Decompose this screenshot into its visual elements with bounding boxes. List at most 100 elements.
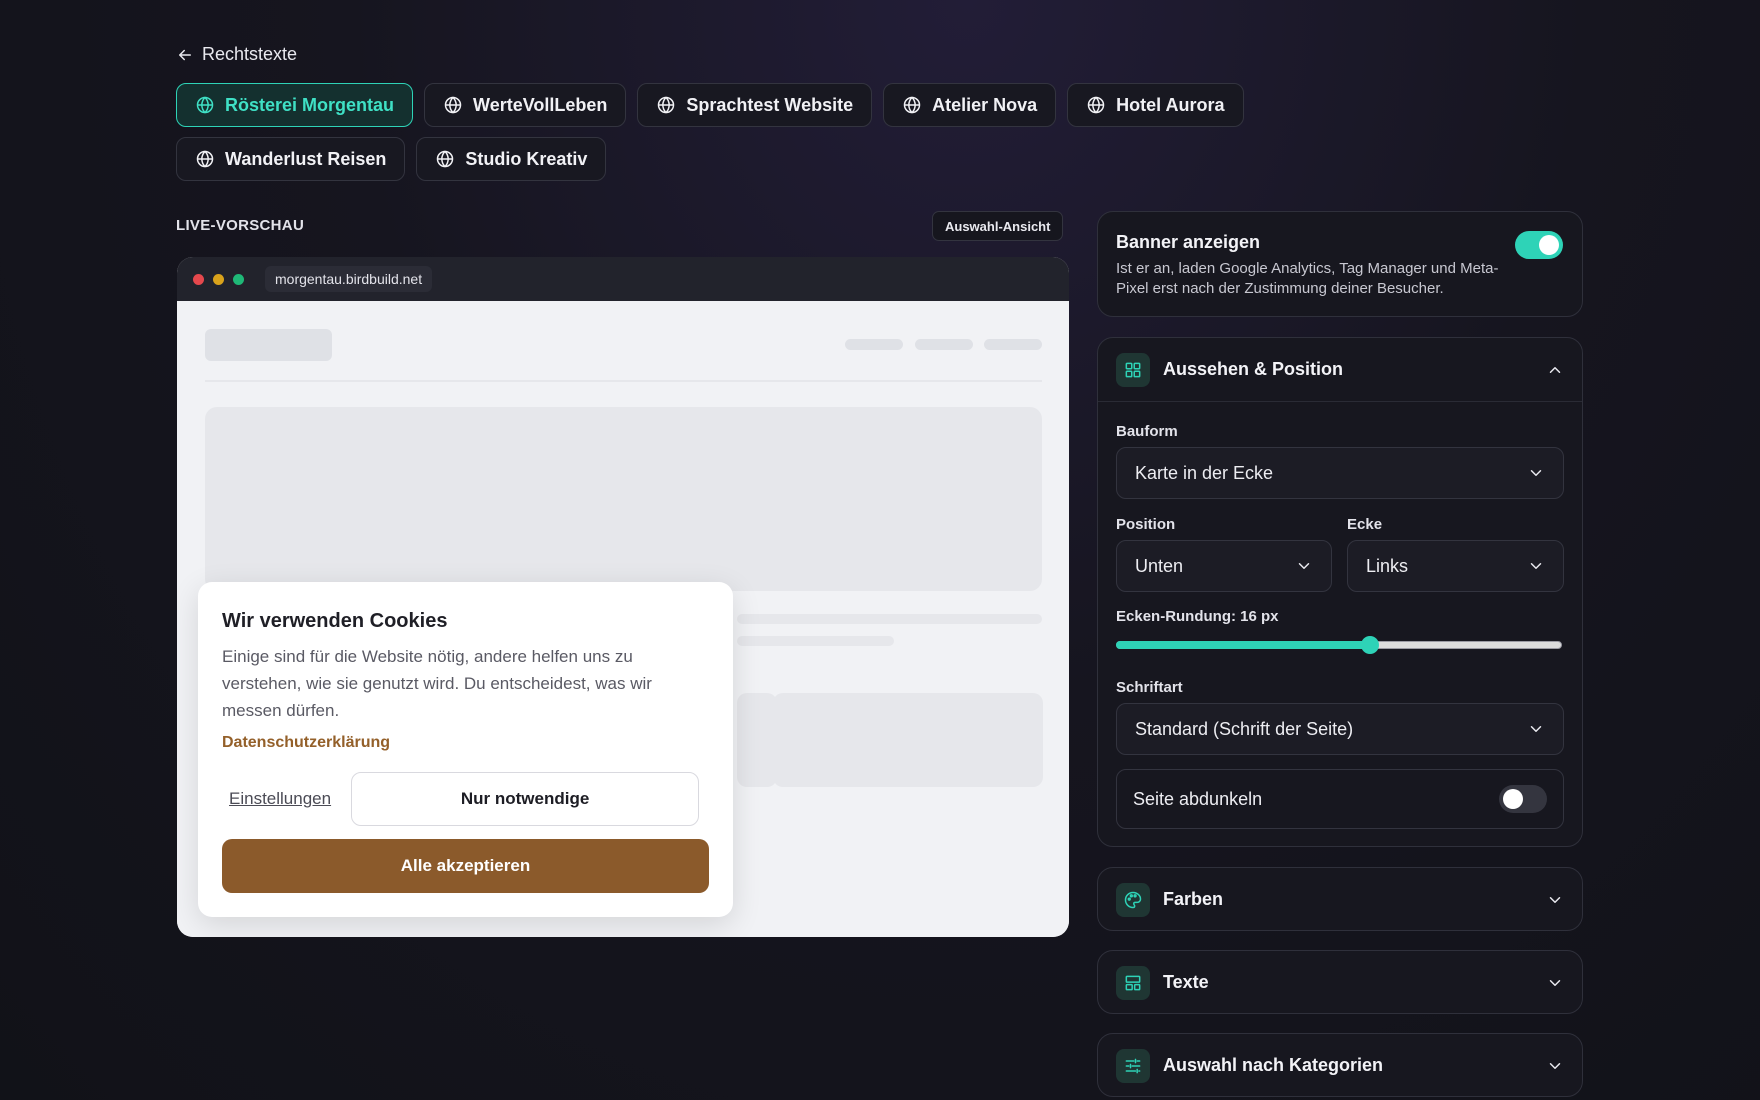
colors-panel: Farben <box>1097 867 1583 931</box>
toggle-knob <box>1503 789 1523 809</box>
cookie-text: Einige sind für die Website nötig, ander… <box>222 647 652 720</box>
selection-view-button[interactable]: Auswahl-Ansicht <box>932 211 1064 241</box>
site-chip[interactable]: Rösterei Morgentau <box>176 83 414 127</box>
globe-icon <box>1087 96 1105 114</box>
palette-icon <box>1116 882 1150 917</box>
slider-fill <box>1116 641 1371 649</box>
window-dot-red <box>193 273 204 285</box>
site-chip-label: Atelier Nova <box>932 94 1038 115</box>
site-chip-label: Sprachtest Website <box>686 94 854 115</box>
colors-header[interactable]: Farben <box>1098 868 1582 931</box>
chevron-down-icon <box>1530 563 1542 569</box>
skeleton-nav <box>915 339 973 350</box>
cookie-banner: Wir verwenden Cookies Einige sind für di… <box>198 582 733 917</box>
cookie-actions: Einstellungen Nur notwendige <box>222 772 700 826</box>
site-chips: Rösterei Morgentau WerteVollLeben Sprach… <box>176 83 1466 181</box>
shape-label: Bauform <box>1116 423 1178 440</box>
darken-toggle[interactable] <box>1499 785 1547 813</box>
chevron-down-icon <box>1298 563 1310 569</box>
globe-icon <box>437 150 454 168</box>
darken-row: Seite abdunkeln <box>1116 769 1564 829</box>
position-select-value: Unten <box>1135 555 1184 576</box>
skeleton-line <box>737 614 1042 624</box>
font-label: Schriftart <box>1116 679 1183 696</box>
appearance-header[interactable]: Aussehen & Position <box>1098 338 1582 401</box>
corner-select[interactable]: Links <box>1347 540 1564 592</box>
slider-thumb[interactable] <box>1361 636 1380 654</box>
browser-preview: morgentau.birdbuild.net Wir verwenden Co… <box>177 257 1069 937</box>
shape-select-value: Karte in der Ecke <box>1135 462 1274 483</box>
accept-all-button[interactable]: Alle akzeptieren <box>222 839 709 893</box>
skeleton-card <box>737 693 777 787</box>
skeleton-card <box>773 693 1043 787</box>
banner-title: Banner anzeigen <box>1116 232 1261 252</box>
layout-icon <box>1116 965 1150 1000</box>
site-chip[interactable]: Wanderlust Reisen <box>176 137 406 181</box>
cookie-title: Wir verwenden Cookies <box>222 610 448 632</box>
live-preview-label: LIVE-VORSCHAU <box>176 217 305 234</box>
chevron-down-icon <box>1530 470 1542 476</box>
section-divider <box>1098 401 1582 402</box>
chevron-up-icon <box>1549 366 1561 373</box>
toggle-knob <box>1539 235 1559 255</box>
window-dot-green <box>233 273 244 285</box>
darken-label: Seite abdunkeln <box>1133 788 1263 809</box>
url-display: morgentau.birdbuild.net <box>265 266 433 292</box>
appearance-panel: Aussehen & Position Bauform Karte in der… <box>1097 337 1583 847</box>
radius-label: Ecken-Rundung: 16 px <box>1116 608 1279 625</box>
site-chip-label: Rösterei Morgentau <box>225 94 395 115</box>
necessary-only-button[interactable]: Nur notwendige <box>351 772 700 826</box>
site-chip[interactable]: WerteVollLeben <box>424 83 627 127</box>
globe-icon <box>903 96 921 114</box>
banner-description: Ist er an, laden Google Analytics, Tag M… <box>1116 260 1499 297</box>
appearance-title: Aussehen & Position <box>1163 359 1344 379</box>
page-skeleton: Wir verwenden Cookies Einige sind für di… <box>177 301 1069 937</box>
site-chip-label: Studio Kreativ <box>465 148 588 169</box>
position-select[interactable]: Unten <box>1116 540 1332 592</box>
globe-icon <box>196 150 214 168</box>
site-chip[interactable]: Hotel Aurora <box>1067 83 1244 127</box>
skeleton-divider <box>205 380 1042 382</box>
texts-header[interactable]: Texte <box>1098 951 1582 1014</box>
shape-select[interactable]: Karte in der Ecke <box>1116 447 1564 499</box>
arrow-left-icon <box>179 49 191 60</box>
skeleton-logo <box>205 329 332 361</box>
banner-toggle[interactable] <box>1515 231 1563 259</box>
corner-select-value: Links <box>1366 555 1409 576</box>
site-chip-label: Hotel Aurora <box>1116 94 1225 115</box>
site-chip-label: Wanderlust Reisen <box>225 148 387 169</box>
globe-icon <box>196 96 214 114</box>
chevron-down-icon <box>1530 726 1542 732</box>
sliders-icon <box>1116 1048 1150 1083</box>
chevron-down-icon <box>1549 979 1561 986</box>
globe-icon <box>658 96 675 114</box>
privacy-link[interactable]: Datenschutzerklärung <box>222 734 709 752</box>
texts-title: Texte <box>1163 972 1209 992</box>
chevron-down-icon <box>1549 896 1561 903</box>
cookie-settings-button[interactable]: Einstellungen <box>229 789 331 809</box>
site-chip[interactable]: Sprachtest Website <box>637 83 873 127</box>
back-link[interactable]: Rechtstexte <box>176 44 297 65</box>
window-dot-yellow <box>213 273 224 285</box>
skeleton-nav <box>845 339 903 350</box>
corner-label: Ecke <box>1347 516 1383 533</box>
site-chip[interactable]: Atelier Nova <box>883 83 1057 127</box>
font-select[interactable]: Standard (Schrift der Seite) <box>1116 703 1564 755</box>
back-link-label: Rechtstexte <box>202 44 298 64</box>
chevron-down-icon <box>1549 1062 1561 1069</box>
colors-title: Farben <box>1163 889 1224 909</box>
site-chip-label: WerteVollLeben <box>473 94 608 115</box>
grid-icon <box>1116 352 1150 387</box>
skeleton-hero <box>205 407 1042 591</box>
font-select-value: Standard (Schrift der Seite) <box>1135 718 1354 739</box>
skeleton-nav <box>984 339 1042 350</box>
globe-icon <box>444 96 462 114</box>
banner-panel: Banner anzeigen Ist er an, laden Google … <box>1097 211 1583 317</box>
texts-panel: Texte <box>1097 950 1583 1014</box>
categories-header[interactable]: Auswahl nach Kategorien <box>1098 1034 1582 1097</box>
radius-slider[interactable] <box>1116 636 1562 654</box>
skeleton-line <box>737 636 894 646</box>
browser-bar: morgentau.birdbuild.net <box>177 257 1069 301</box>
categories-title: Auswahl nach Kategorien <box>1163 1055 1384 1075</box>
site-chip[interactable]: Studio Kreativ <box>416 137 607 181</box>
